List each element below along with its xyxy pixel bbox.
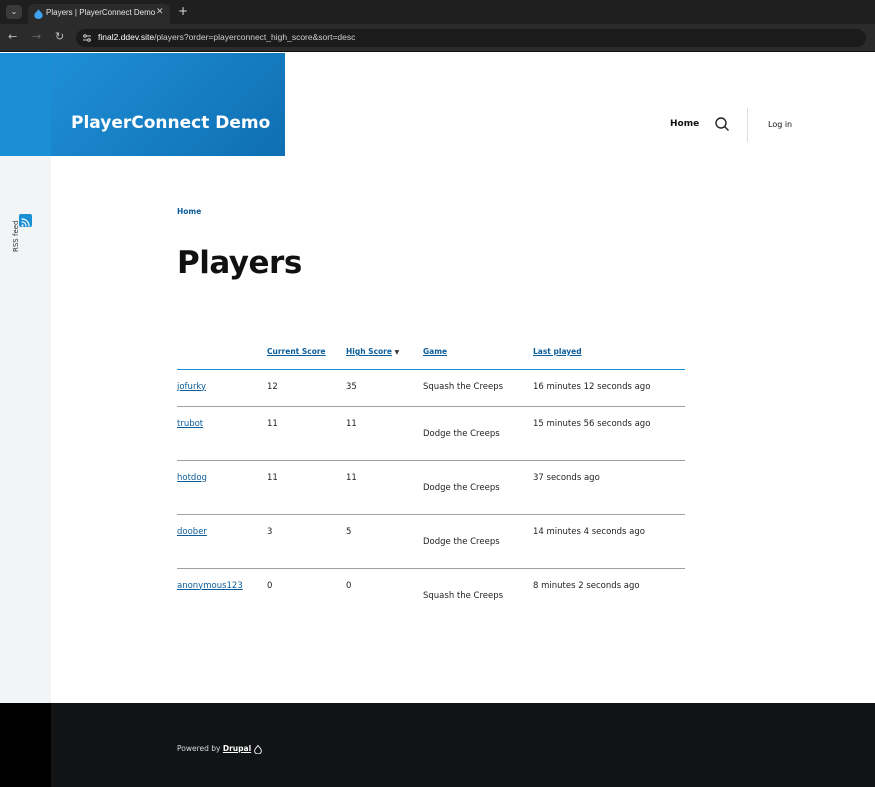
game-cell: Squash the Creeps (423, 590, 504, 601)
browser-tab-bar: ⌄ Players | PlayerConnect Demo ✕ + (0, 0, 875, 24)
last-played-cell: 16 minutes 12 seconds ago (533, 369, 685, 407)
site-settings-icon[interactable] (82, 33, 92, 43)
current-score-cell: 11 (267, 460, 346, 515)
column-header-last-played[interactable]: Last played (533, 341, 685, 370)
player-link[interactable]: hotdog (177, 473, 207, 483)
player-link[interactable]: trubot (177, 419, 203, 429)
breadcrumb-home-link[interactable]: Home (177, 207, 201, 216)
tab-title: Players | PlayerConnect Demo (46, 8, 156, 17)
rss-feed-label[interactable]: RSS feed (12, 221, 20, 253)
drupal-logo-icon (254, 744, 262, 754)
forward-button[interactable]: → (32, 31, 41, 43)
back-button[interactable]: ← (8, 31, 17, 43)
current-score-cell: 11 (267, 406, 346, 461)
header-accent-strip (0, 53, 51, 156)
high-score-cell: 11 (346, 460, 423, 515)
powered-by-text: Powered by Drupal (177, 744, 262, 754)
column-header-game[interactable]: Game (423, 341, 533, 370)
column-header-current-score[interactable]: Current Score (267, 341, 346, 370)
drupal-link[interactable]: Drupal (223, 744, 251, 753)
drupal-favicon-icon (34, 9, 43, 19)
last-played-cell: 14 minutes 4 seconds ago (533, 514, 685, 569)
last-played-cell: 37 seconds ago (533, 460, 685, 515)
current-score-cell: 0 (267, 580, 273, 591)
site-name-link[interactable]: PlayerConnect Demo (71, 113, 270, 133)
high-score-cell: 0 (346, 580, 352, 591)
sort-high-score-link[interactable]: High Score (346, 347, 392, 356)
address-bar[interactable]: final2.ddev.site/players?order=playercon… (76, 29, 866, 47)
game-cell: Dodge the Creeps (423, 460, 533, 515)
powered-by-label: Powered by (177, 744, 221, 753)
high-score-cell: 11 (346, 406, 423, 461)
rss-icon[interactable] (19, 214, 32, 227)
table-row: jofurky 12 35 Squash the Creeps 16 minut… (177, 369, 685, 407)
browser-tab[interactable]: Players | PlayerConnect Demo ✕ (28, 4, 170, 24)
current-score-cell: 3 (267, 514, 346, 569)
login-link[interactable]: Log in (768, 120, 792, 129)
game-cell: Dodge the Creeps (423, 514, 533, 569)
table-row: hotdog 11 11 Dodge the Creeps 37 seconds… (177, 460, 685, 515)
browser-toolbar: ← → ↻ final2.ddev.site/players?order=pla… (0, 24, 875, 52)
table-header-row: Current Score High Score ▼ Game Last pla… (177, 341, 685, 370)
current-score-cell: 12 (267, 369, 346, 407)
url-text: final2.ddev.site/players?order=playercon… (98, 32, 355, 42)
player-link[interactable]: anonymous123 (177, 581, 243, 591)
column-header-high-score[interactable]: High Score ▼ (346, 341, 423, 370)
sort-current-score-link[interactable]: Current Score (267, 347, 326, 356)
player-link[interactable]: doober (177, 527, 207, 537)
table-row: doober 3 5 Dodge the Creeps 14 minutes 4… (177, 514, 685, 569)
reload-button[interactable]: ↻ (55, 31, 64, 43)
footer-left-strip (0, 703, 51, 787)
game-cell: Squash the Creeps (423, 369, 533, 407)
sort-game-link[interactable]: Game (423, 347, 447, 356)
nav-divider (747, 108, 748, 142)
tab-search-menu-button[interactable]: ⌄ (6, 5, 22, 19)
column-header-player (177, 341, 267, 370)
site-page: PlayerConnect Demo Home Log in RSS feed … (0, 53, 875, 787)
new-tab-button[interactable]: + (178, 5, 188, 17)
tab-close-icon[interactable]: ✕ (156, 7, 164, 17)
sort-last-played-link[interactable]: Last played (533, 347, 582, 356)
players-table: Current Score High Score ▼ Game Last pla… (177, 341, 685, 622)
high-score-cell: 35 (346, 369, 423, 407)
table-row: trubot 11 11 Dodge the Creeps 15 minutes… (177, 406, 685, 461)
page-title: Players (177, 245, 302, 281)
player-link[interactable]: jofurky (177, 382, 206, 392)
main-nav-home-link[interactable]: Home (670, 119, 699, 129)
high-score-cell: 5 (346, 514, 423, 569)
url-path: /players?order=playerconnect_high_score&… (154, 32, 356, 42)
table-row: anonymous123 0 0 Squash the Creeps 8 min… (177, 568, 685, 622)
last-played-cell: 15 minutes 56 seconds ago (533, 406, 685, 461)
last-played-cell: 8 minutes 2 seconds ago (533, 580, 640, 591)
url-host: final2.ddev.site (98, 32, 155, 42)
rss-glyph-icon (21, 218, 30, 227)
social-sidebar: RSS feed (0, 156, 51, 703)
game-cell: Dodge the Creeps (423, 406, 533, 461)
site-footer: Powered by Drupal (51, 703, 875, 787)
search-icon[interactable] (714, 116, 730, 132)
site-branding[interactable]: PlayerConnect Demo (51, 53, 285, 156)
sort-descending-icon: ▼ (394, 349, 400, 356)
